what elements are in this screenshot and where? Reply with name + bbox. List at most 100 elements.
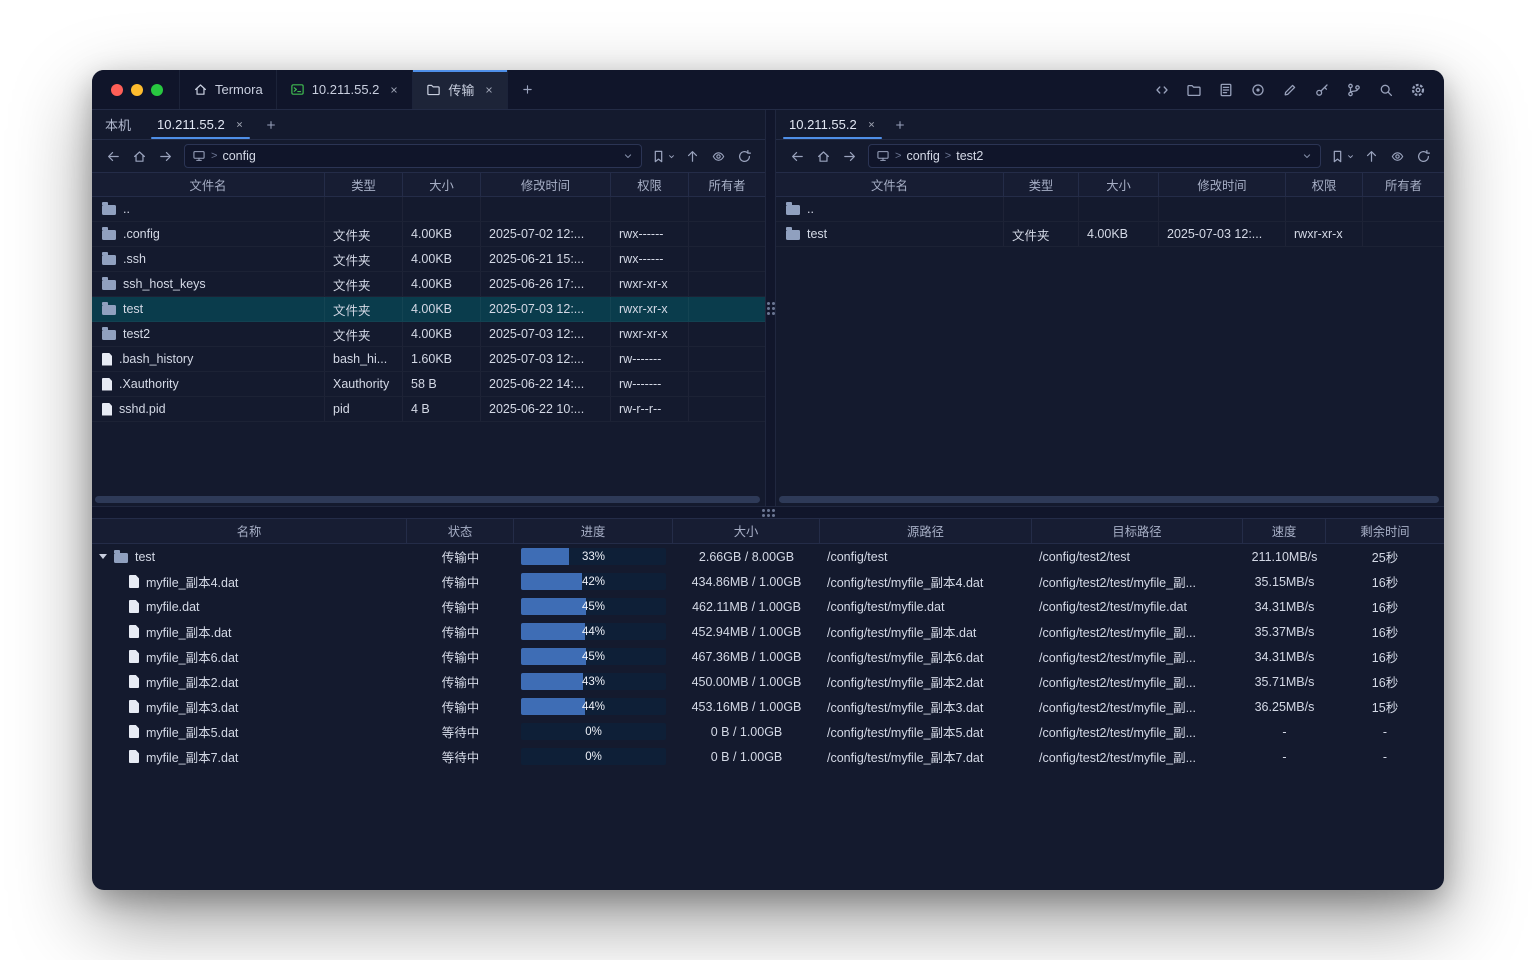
file-row[interactable]: .ssh 文件夹 4.00KB 2025-06-21 15:... rwx---…: [92, 247, 765, 272]
transfer-row[interactable]: myfile_副本2.dat 传输中 43% 450.00MB / 1.00GB…: [92, 669, 1444, 694]
close-icon[interactable]: [867, 120, 876, 129]
transfer-row[interactable]: myfile_副本4.dat 传输中 42% 434.86MB / 1.00GB…: [92, 569, 1444, 594]
bookmark-button[interactable]: [649, 149, 678, 164]
refresh-icon[interactable]: [732, 144, 756, 168]
column-header-name[interactable]: 文件名: [92, 173, 325, 196]
column-header-speed[interactable]: 速度: [1243, 519, 1326, 543]
file-row[interactable]: test 文件夹 4.00KB 2025-07-03 12:... rwxr-x…: [776, 222, 1444, 247]
file-row[interactable]: .bash_history bash_hi... 1.60KB 2025-07-…: [92, 347, 765, 372]
file-row[interactable]: test 文件夹 4.00KB 2025-07-03 12:... rwxr-x…: [92, 297, 765, 322]
transfer-row[interactable]: myfile_副本6.dat 传输中 45% 467.36MB / 1.00GB…: [92, 644, 1444, 669]
close-icon[interactable]: [484, 85, 494, 95]
file-row[interactable]: .Xauthority Xauthority 58 B 2025-06-22 1…: [92, 372, 765, 397]
column-header-owner[interactable]: 所有者: [689, 173, 765, 196]
show-hidden-eye-icon[interactable]: [706, 144, 730, 168]
home-icon[interactable]: [127, 144, 151, 168]
column-header-eta[interactable]: 剩余时间: [1326, 519, 1444, 543]
back-icon[interactable]: [101, 144, 125, 168]
transfer-row[interactable]: myfile_副本5.dat 等待中 0% 0 B / 1.00GB /conf…: [92, 719, 1444, 744]
transfer-row[interactable]: myfile_副本7.dat 等待中 0% 0 B / 1.00GB /conf…: [92, 744, 1444, 769]
column-header-perm[interactable]: 权限: [611, 173, 689, 196]
breadcrumb-segment[interactable]: > config: [211, 149, 256, 163]
path-breadcrumb[interactable]: > config > test2: [868, 144, 1321, 168]
column-header-name[interactable]: 文件名: [776, 173, 1004, 196]
file-row[interactable]: sshd.pid pid 4 B 2025-06-22 10:... rw-r-…: [92, 397, 765, 422]
column-header-type[interactable]: 类型: [1004, 173, 1079, 196]
horizontal-scrollbar[interactable]: [95, 496, 760, 503]
column-header-size[interactable]: 大小: [673, 519, 820, 543]
settings-gear-icon[interactable]: [1405, 77, 1431, 103]
column-header-mtime[interactable]: 修改时间: [481, 173, 611, 196]
back-icon[interactable]: [785, 144, 809, 168]
add-panel-tab-button[interactable]: [883, 110, 917, 140]
add-panel-tab-button[interactable]: [254, 110, 288, 140]
horizontal-scrollbar[interactable]: [779, 496, 1439, 503]
up-directory-icon[interactable]: [680, 144, 704, 168]
name-cell: myfile_副本6.dat: [92, 644, 407, 669]
home-icon[interactable]: [811, 144, 835, 168]
vertical-splitter[interactable]: [765, 110, 776, 506]
file-icon: [129, 650, 139, 663]
tab-transfer[interactable]: 传输: [413, 70, 508, 109]
file-row[interactable]: ssh_host_keys 文件夹 4.00KB 2025-06-26 17:.…: [92, 272, 765, 297]
panel-tab-label: 10.211.55.2: [157, 117, 225, 132]
name-cell: myfile_副本5.dat: [92, 719, 407, 744]
column-header-target[interactable]: 目标路径: [1032, 519, 1243, 543]
close-icon[interactable]: [235, 120, 244, 129]
breadcrumb-segment[interactable]: > test2: [945, 149, 984, 163]
horizontal-splitter[interactable]: [92, 506, 1444, 519]
panel-tab[interactable]: 本机: [92, 110, 144, 139]
key-icon[interactable]: [1309, 77, 1335, 103]
log-icon[interactable]: [1213, 77, 1239, 103]
file-row[interactable]: .config 文件夹 4.00KB 2025-07-02 12:... rwx…: [92, 222, 765, 247]
transfer-name: test: [135, 550, 155, 564]
branch-icon[interactable]: [1341, 77, 1367, 103]
transfer-row[interactable]: myfile_副本.dat 传输中 44% 452.94MB / 1.00GB …: [92, 619, 1444, 644]
folder-icon[interactable]: [1181, 77, 1207, 103]
type-cell: 文件夹: [325, 272, 403, 296]
code-icon[interactable]: [1149, 77, 1175, 103]
column-header-type[interactable]: 类型: [325, 173, 403, 196]
column-header-progress[interactable]: 进度: [514, 519, 673, 543]
transfer-row[interactable]: myfile.dat 传输中 45% 462.11MB / 1.00GB /co…: [92, 594, 1444, 619]
file-row[interactable]: test2 文件夹 4.00KB 2025-07-03 12:... rwxr-…: [92, 322, 765, 347]
app-home-tab[interactable]: Termora: [179, 70, 277, 109]
column-header-status[interactable]: 状态: [407, 519, 514, 543]
close-icon[interactable]: [389, 85, 399, 95]
chevron-down-icon[interactable]: [1301, 150, 1313, 162]
expand-chevron-icon[interactable]: [99, 554, 107, 559]
forward-icon[interactable]: [837, 144, 861, 168]
forward-icon[interactable]: [153, 144, 177, 168]
zoom-window-button[interactable]: [151, 84, 163, 96]
panel-tab[interactable]: 10.211.55.2: [144, 110, 257, 139]
chevron-down-icon[interactable]: [622, 150, 634, 162]
column-header-name[interactable]: 名称: [92, 519, 407, 543]
tab-host-10-211-55-2[interactable]: 10.211.55.2: [277, 70, 414, 109]
breadcrumb-segment[interactable]: > config: [895, 149, 940, 163]
transfer-row[interactable]: myfile_副本3.dat 传输中 44% 453.16MB / 1.00GB…: [92, 694, 1444, 719]
show-hidden-eye-icon[interactable]: [1385, 144, 1409, 168]
search-icon[interactable]: [1373, 77, 1399, 103]
transfer-row[interactable]: test 传输中 33% 2.66GB / 8.00GB /config/tes…: [92, 544, 1444, 569]
up-directory-icon[interactable]: [1359, 144, 1383, 168]
bookmark-button[interactable]: [1328, 149, 1357, 164]
column-header-size[interactable]: 大小: [403, 173, 481, 196]
edit-icon[interactable]: [1277, 77, 1303, 103]
file-row[interactable]: ..: [776, 197, 1444, 222]
path-breadcrumb[interactable]: > config: [184, 144, 642, 168]
file-icon: [129, 700, 139, 713]
panel-tab[interactable]: 10.211.55.2: [776, 110, 889, 139]
minimize-window-button[interactable]: [131, 84, 143, 96]
column-header-mtime[interactable]: 修改时间: [1159, 173, 1286, 196]
progress-label: 43%: [521, 673, 666, 690]
record-icon[interactable]: [1245, 77, 1271, 103]
column-header-source[interactable]: 源路径: [820, 519, 1032, 543]
column-header-perm[interactable]: 权限: [1286, 173, 1363, 196]
refresh-icon[interactable]: [1411, 144, 1435, 168]
name-cell: myfile_副本2.dat: [92, 669, 407, 694]
column-header-size[interactable]: 大小: [1079, 173, 1159, 196]
column-header-owner[interactable]: 所有者: [1363, 173, 1444, 196]
file-row[interactable]: ..: [92, 197, 765, 222]
close-window-button[interactable]: [111, 84, 123, 96]
new-tab-button[interactable]: [508, 70, 547, 109]
